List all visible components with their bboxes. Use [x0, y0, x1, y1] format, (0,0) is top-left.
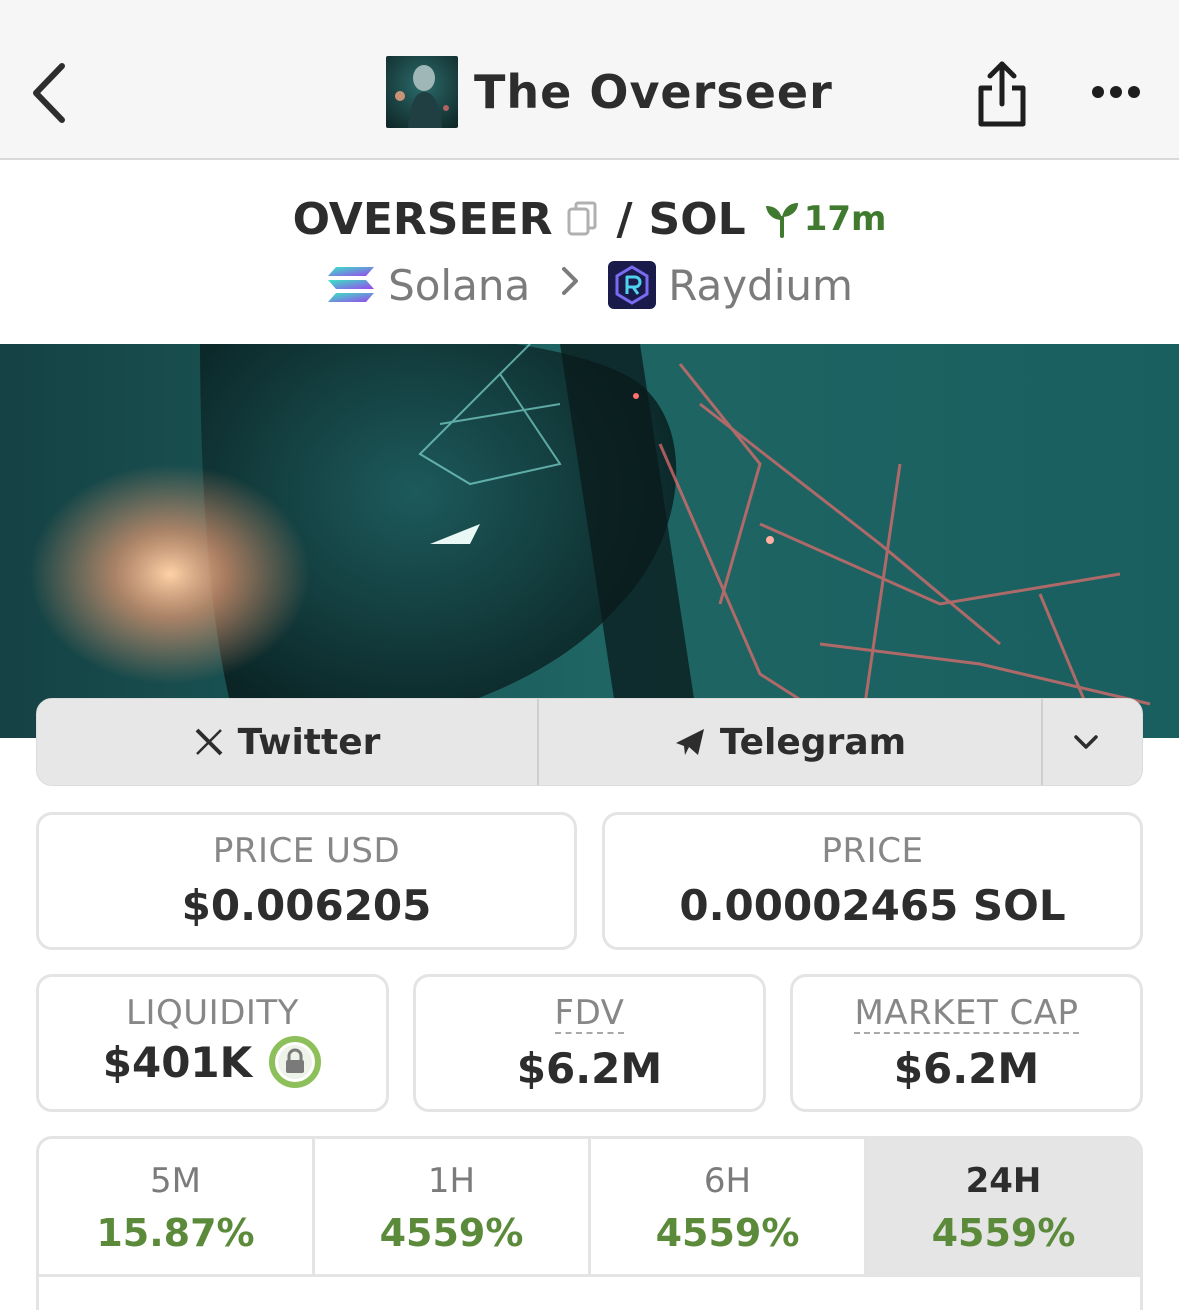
chevron-left-icon: [33, 63, 65, 123]
tab-5m[interactable]: 5M 15.87%: [39, 1139, 315, 1274]
price-usd-label: PRICE USD: [212, 831, 401, 871]
page-title: The Overseer: [474, 65, 833, 119]
more-links-dropdown[interactable]: [1043, 699, 1142, 785]
market-cap-label[interactable]: MARKET CAP: [854, 995, 1079, 1034]
chevron-down-icon: [1073, 735, 1098, 749]
tab-label: 6H: [703, 1161, 752, 1201]
tab-label: 5M: [150, 1161, 201, 1201]
token-avatar: [386, 56, 458, 128]
price-native-card: PRICE 0.00002465 SOL: [602, 812, 1143, 950]
share-icon: [978, 61, 1026, 127]
chevron-right-icon: [560, 265, 580, 306]
price-usd-card: PRICE USD $0.006205: [36, 812, 577, 950]
telegram-label: Telegram: [719, 721, 907, 763]
chain-breadcrumb: Solana Raydium: [0, 256, 1179, 314]
tab-24h[interactable]: 24H 4559%: [867, 1139, 1140, 1274]
price-change-tabs: 5M 15.87% 1H 4559% 6H 4559% 24H 4559%: [39, 1139, 1140, 1277]
price-native-label: PRICE: [821, 831, 924, 871]
liquidity-card: LIQUIDITY $401K: [36, 974, 389, 1112]
fdv-card: FDV $6.2M: [413, 974, 766, 1112]
chain-link[interactable]: Solana: [388, 261, 530, 310]
more-dots-icon: [1092, 86, 1140, 98]
pair-age: 17m: [803, 199, 887, 239]
twitter-button[interactable]: Twitter: [37, 699, 539, 785]
market-cap-value: $6.2M: [893, 1043, 1040, 1093]
price-usd-value: $0.006205: [181, 881, 432, 930]
telegram-button[interactable]: Telegram: [539, 699, 1043, 785]
market-cap-card: MARKET CAP $6.2M: [790, 974, 1143, 1112]
tab-value: 4559%: [379, 1211, 524, 1255]
copy-address-button[interactable]: [566, 200, 598, 238]
liquidity-value: $401K: [102, 1037, 253, 1087]
back-button[interactable]: [18, 58, 78, 128]
pair-header: OVERSEER / SOL 17m: [0, 188, 1179, 250]
solana-icon: [326, 265, 376, 305]
telegram-icon: [675, 729, 704, 755]
twitter-label: Twitter: [237, 721, 381, 763]
price-change-panel: 5M 15.87% 1H 4559% 6H 4559% 24H 4559%: [36, 1136, 1143, 1310]
pair-quote-symbol: SOL: [648, 193, 746, 245]
fdv-label[interactable]: FDV: [554, 995, 625, 1034]
social-links-bar: Twitter Telegram: [36, 698, 1143, 786]
token-banner-image: [0, 344, 1179, 738]
tab-value: 4559%: [655, 1211, 800, 1255]
liquidity-label: LIQUIDITY: [126, 993, 299, 1033]
share-button[interactable]: [972, 58, 1032, 130]
tab-value: 15.87%: [96, 1211, 255, 1255]
tab-label: 1H: [427, 1161, 476, 1201]
lock-icon[interactable]: [268, 1035, 322, 1089]
pair-base-symbol: OVERSEER: [292, 193, 553, 245]
token-title-group: The Overseer: [386, 56, 833, 128]
tab-label: 24H: [965, 1161, 1042, 1201]
fdv-value: $6.2M: [516, 1043, 663, 1093]
tab-6h[interactable]: 6H 4559%: [591, 1139, 867, 1274]
top-nav-bar: The Overseer: [0, 0, 1179, 160]
dex-link[interactable]: Raydium: [668, 261, 853, 310]
price-native-value: 0.00002465 SOL: [679, 881, 1066, 930]
tab-1h[interactable]: 1H 4559%: [315, 1139, 591, 1274]
copy-icon: [567, 201, 597, 236]
more-options-button[interactable]: [1084, 70, 1148, 114]
sprout-icon: [764, 200, 800, 238]
x-logo-icon: [195, 728, 223, 756]
raydium-icon: [608, 261, 657, 309]
pair-separator: /: [616, 193, 633, 245]
tab-value: 4559%: [931, 1211, 1076, 1255]
